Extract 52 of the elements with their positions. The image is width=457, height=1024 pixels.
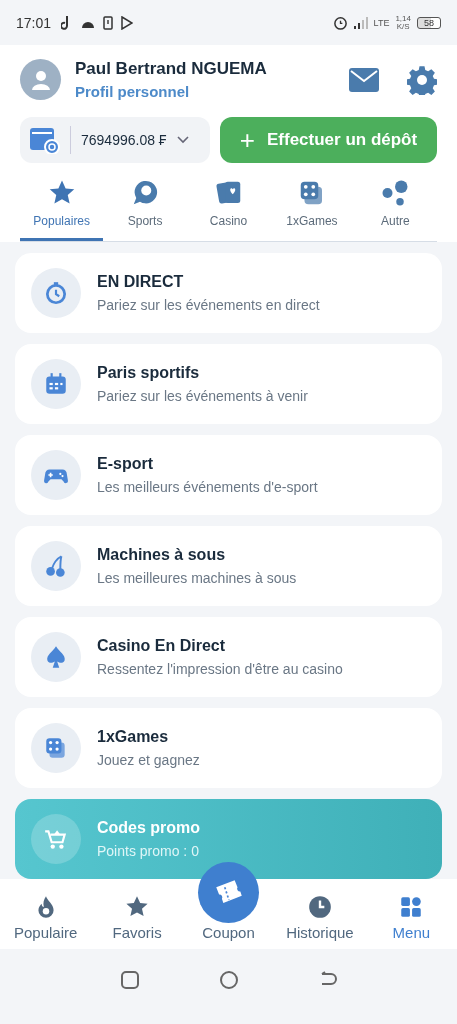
card-title: EN DIRECT	[97, 273, 185, 291]
card-subtitle: Points promo : 0	[97, 843, 200, 859]
speed-unit: K/S	[396, 22, 410, 31]
menu-card[interactable]: Machines à sous Les meilleures machines à sous	[15, 526, 442, 606]
wallet-icon	[30, 126, 60, 154]
menu-card[interactable]: E-sport Les meilleurs événements d'e-sport	[15, 435, 442, 515]
balance-amount: 7694996.08 ₣	[81, 132, 167, 148]
menu-card[interactable]: Paris sportifs Pariez sur les événements à venir	[15, 344, 442, 424]
card-title: E-sport	[97, 455, 154, 473]
mail-icon[interactable]	[349, 67, 379, 92]
profile-link[interactable]: Profil personnel	[75, 83, 267, 100]
card-title: 1xGames	[97, 728, 170, 746]
nav-item[interactable]: Menu	[365, 894, 457, 941]
clock-time: 17:01	[16, 14, 52, 31]
speed-value: 1,14	[395, 14, 411, 23]
stopwatch-icon	[43, 280, 69, 306]
category-tab[interactable]: Populaires	[20, 177, 104, 241]
category-tab[interactable]: 1xGames	[270, 177, 354, 241]
user-name: Paul Bertrand NGUEMA	[75, 59, 267, 79]
play-icon	[121, 15, 134, 30]
nav-item[interactable]: Coupon	[202, 924, 255, 941]
chevron-down-icon	[176, 136, 189, 144]
signal-icon	[353, 16, 368, 29]
home-icon[interactable]	[218, 970, 239, 990]
card-title: Paris sportifs	[97, 364, 201, 382]
card-subtitle: Ressentez l'impression d'être au casino	[97, 661, 343, 677]
card-subtitle: Les meilleures machines à sous	[97, 570, 297, 586]
battery-level: 58	[417, 16, 441, 29]
nav-item[interactable]: Favoris	[91, 894, 183, 941]
nav-item[interactable]: Populaire	[0, 894, 92, 941]
card-title: Machines à sous	[97, 546, 227, 564]
card-subtitle: Pariez sur les événements en direct	[97, 297, 320, 313]
calendar-icon	[43, 371, 69, 397]
card-subtitle: Les meilleurs événements d'e-sport	[97, 479, 318, 495]
alarm-icon	[332, 15, 348, 30]
card-title: Casino En Direct	[97, 637, 227, 655]
balance-selector[interactable]: 7694996.08 ₣	[20, 117, 210, 163]
card-title: Codes promo	[97, 819, 201, 837]
category-tab[interactable]: Autre	[353, 177, 438, 241]
alert-icon	[103, 15, 114, 30]
menu-card[interactable]: 1xGames Jouez et gagnez	[15, 708, 442, 788]
category-tab[interactable]: Casino	[186, 177, 271, 241]
settings-icon[interactable]	[407, 64, 437, 95]
recent-apps-icon[interactable]	[119, 970, 140, 990]
network-type: LTE	[373, 17, 390, 28]
menu-card[interactable]: Casino En Direct Ressentez l'impression d'être au casino	[15, 617, 442, 697]
clock-icon	[306, 894, 333, 920]
category-tab[interactable]: Sports	[103, 177, 187, 241]
card-subtitle: Pariez sur les événements à venir	[97, 388, 308, 404]
menu-card[interactable]: EN DIRECT Pariez sur les événements en direct	[15, 253, 442, 333]
card-subtitle: Jouez et gagnez	[97, 752, 200, 768]
nav-item[interactable]: Historique	[274, 894, 366, 941]
